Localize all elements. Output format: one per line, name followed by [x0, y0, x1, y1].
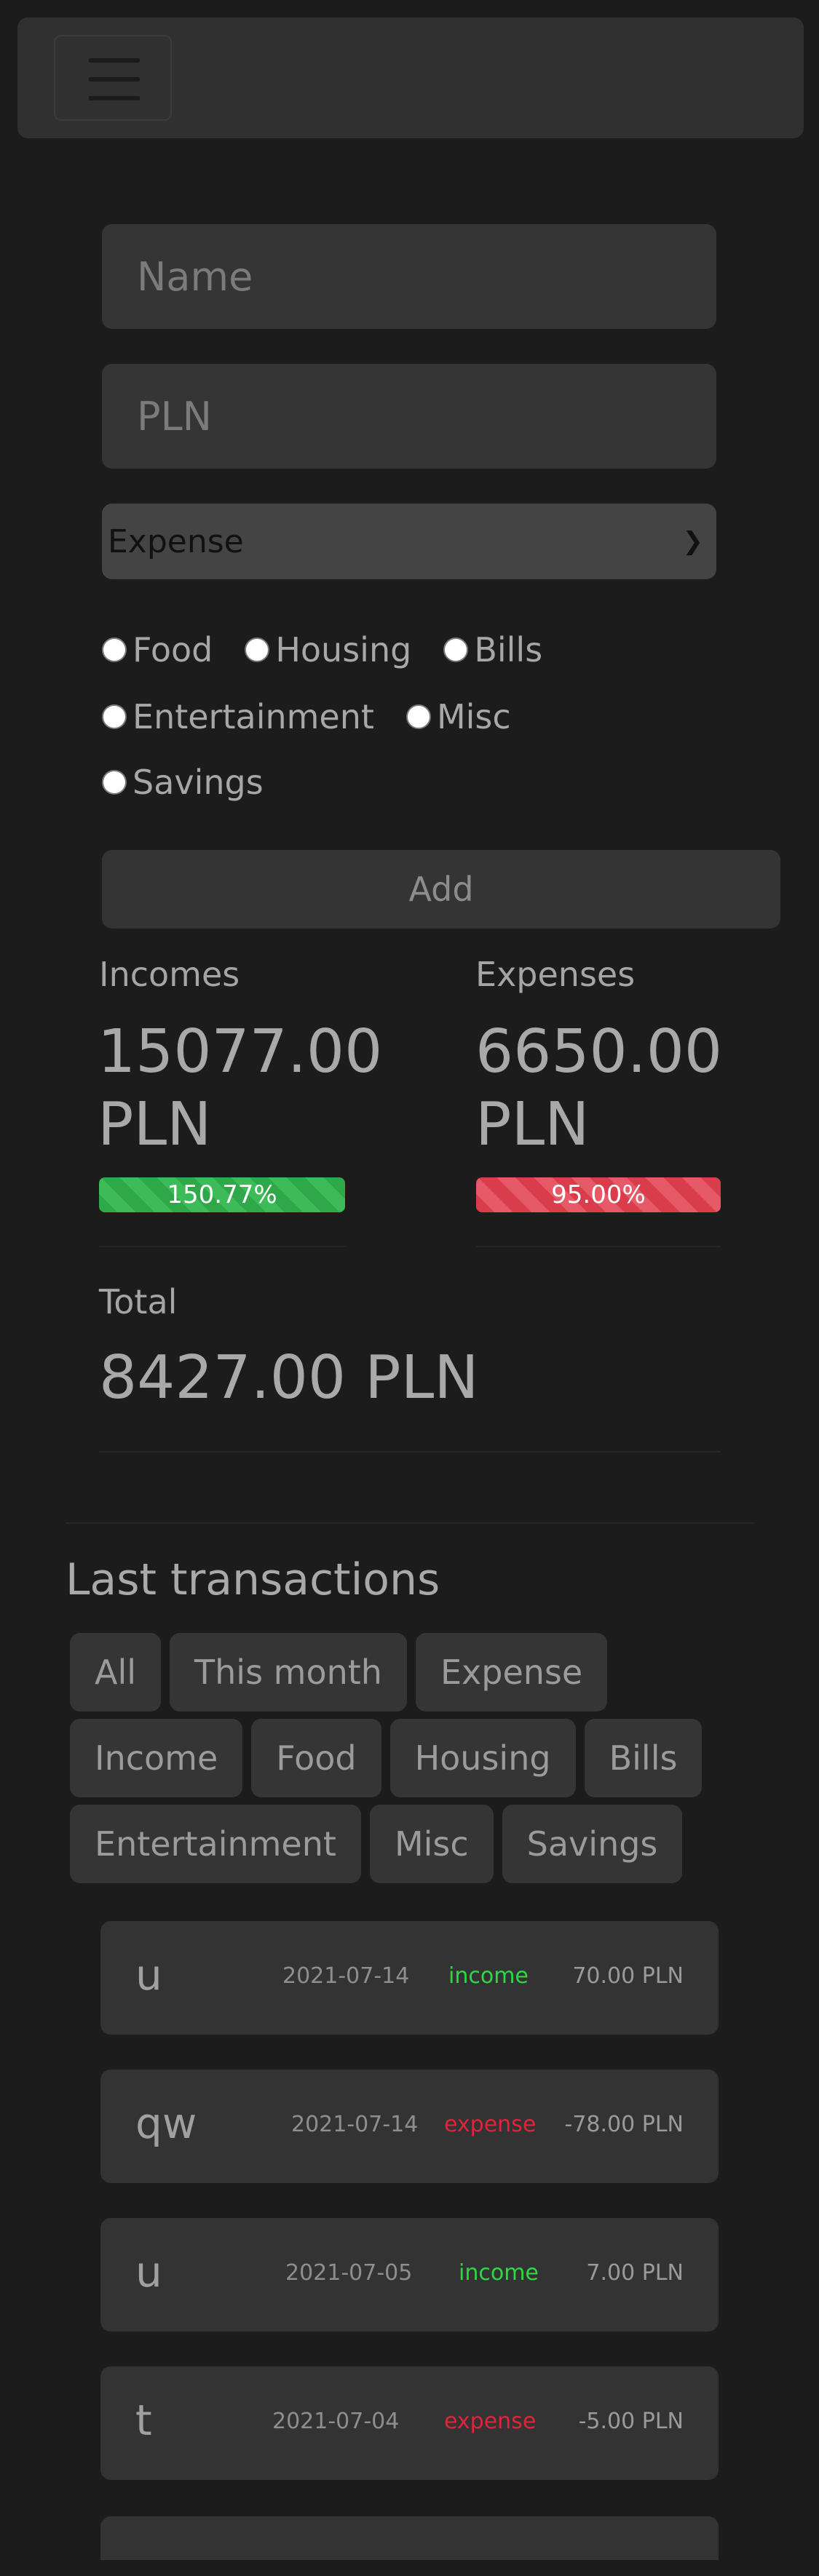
- filter-bills-button[interactable]: Bills: [584, 1719, 703, 1797]
- expenses-value-number: 6650.00: [475, 1017, 723, 1086]
- category-option-food[interactable]: Food: [102, 630, 213, 669]
- filter-food-button[interactable]: Food: [251, 1719, 381, 1797]
- filter-expense-button[interactable]: Expense: [415, 1633, 608, 1712]
- incomes-progress-bar: 150.77%: [99, 1177, 345, 1212]
- transaction-date: 2021-07-14: [291, 2112, 419, 2137]
- filter-this-month-button[interactable]: This month: [170, 1633, 407, 1712]
- section-title: Last transactions: [66, 1554, 440, 1605]
- hamburger-icon-line: [89, 96, 140, 100]
- transaction-date: 2021-07-14: [282, 1963, 410, 1989]
- filter-housing-button[interactable]: Housing: [389, 1719, 576, 1797]
- expenses-value-currency: PLN: [475, 1090, 590, 1159]
- transaction-name: t: [135, 2396, 152, 2445]
- radio-button[interactable]: [245, 637, 270, 662]
- transaction-amount: 7.00 PLN: [586, 2260, 684, 2286]
- transaction-amount: -78.00 PLN: [564, 2112, 684, 2137]
- category-label: Food: [132, 630, 213, 669]
- total-value: 8427.00 PLN: [99, 1343, 479, 1412]
- divider: [99, 1451, 721, 1452]
- divider: [99, 1246, 347, 1247]
- transaction-date: 2021-07-05: [285, 2260, 413, 2286]
- amount-input[interactable]: [102, 364, 716, 469]
- filter-all-button[interactable]: All: [70, 1633, 162, 1712]
- expenses-progress-text: 95.00%: [551, 1180, 646, 1209]
- transaction-amount: 70.00 PLN: [572, 1963, 684, 1989]
- radio-button[interactable]: [102, 770, 127, 795]
- transaction-item[interactable]: [100, 2516, 719, 2560]
- transaction-amount: -5.00 PLN: [578, 2409, 684, 2434]
- category-option-misc[interactable]: Misc: [405, 697, 511, 736]
- category-label: Misc: [436, 697, 511, 736]
- type-select-value: Expense: [108, 522, 244, 560]
- transaction-name: u: [135, 2247, 162, 2297]
- expenses-label: Expenses: [475, 955, 636, 994]
- radio-button[interactable]: [405, 704, 431, 729]
- category-option-housing[interactable]: Housing: [245, 630, 411, 669]
- category-radio-row: Food Housing Bills: [102, 624, 574, 675]
- filter-entertainment-button[interactable]: Entertainment: [70, 1805, 361, 1883]
- category-option-savings[interactable]: Savings: [102, 763, 264, 802]
- transaction-type: expense: [444, 2112, 537, 2137]
- expenses-value: 6650.00 PLN: [475, 1016, 722, 1161]
- divider: [66, 1522, 754, 1524]
- incomes-value-currency: PLN: [98, 1090, 212, 1159]
- category-label: Housing: [275, 630, 412, 669]
- transaction-item[interactable]: qw 2021-07-14 expense -78.00 PLN: [100, 2070, 719, 2183]
- transaction-type: income: [459, 2260, 539, 2286]
- filter-savings-button[interactable]: Savings: [502, 1805, 683, 1883]
- chevron-down-icon: ❯: [682, 527, 704, 556]
- name-input[interactable]: [102, 224, 716, 329]
- transaction-item[interactable]: u 2021-07-14 income 70.00 PLN: [100, 1921, 719, 2035]
- radio-button[interactable]: [102, 704, 127, 729]
- filter-income-button[interactable]: Income: [70, 1719, 243, 1797]
- radio-button[interactable]: [102, 637, 127, 662]
- category-radio-row: Entertainment Misc: [102, 691, 543, 742]
- type-select[interactable]: Expense ❯: [102, 504, 716, 579]
- menu-toggle-button[interactable]: [54, 35, 172, 121]
- transaction-name: u: [135, 1950, 162, 2000]
- transaction-item[interactable]: u 2021-07-05 income 7.00 PLN: [100, 2218, 719, 2331]
- incomes-value-number: 15077.00: [98, 1017, 383, 1086]
- transaction-date: 2021-07-04: [272, 2409, 400, 2434]
- category-label: Entertainment: [132, 697, 374, 736]
- divider: [476, 1246, 721, 1247]
- hamburger-icon-line: [89, 58, 140, 63]
- incomes-value: 15077.00 PLN: [98, 1016, 382, 1161]
- category-label: Savings: [132, 763, 264, 802]
- category-option-bills[interactable]: Bills: [443, 630, 542, 669]
- filter-misc-button[interactable]: Misc: [369, 1805, 494, 1883]
- radio-button[interactable]: [443, 637, 469, 662]
- transaction-item[interactable]: t 2021-07-04 expense -5.00 PLN: [100, 2366, 719, 2480]
- incomes-label: Incomes: [99, 955, 240, 994]
- transaction-type: income: [448, 1963, 529, 1989]
- expenses-progress-bar: 95.00%: [476, 1177, 721, 1212]
- category-option-entertainment[interactable]: Entertainment: [102, 697, 374, 736]
- transaction-name: qw: [135, 2099, 197, 2148]
- transaction-type: expense: [444, 2409, 537, 2434]
- category-label: Bills: [474, 630, 543, 669]
- navbar: [17, 17, 804, 138]
- incomes-progress-text: 150.77%: [167, 1180, 277, 1209]
- filter-bar: All This month Expense Income Food Housi…: [70, 1633, 747, 1891]
- total-label: Total: [99, 1282, 178, 1321]
- hamburger-icon-line: [89, 77, 140, 82]
- category-radio-row: Savings: [102, 757, 296, 808]
- add-button[interactable]: Add: [102, 850, 780, 929]
